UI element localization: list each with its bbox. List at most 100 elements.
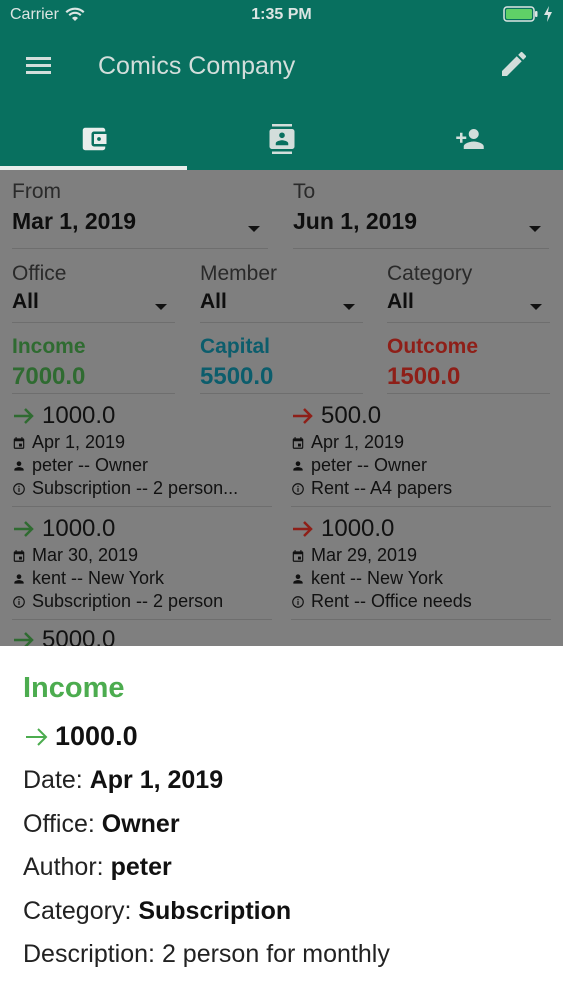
menu-button[interactable] <box>24 52 54 80</box>
income-transaction-item[interactable]: 1000.0 Mar 30, 2019 kent -- New York Sub… <box>12 515 272 620</box>
charging-bolt-icon <box>544 6 552 22</box>
transaction-amount: 1000.0 <box>42 515 116 542</box>
status-time: 1:35 PM <box>251 6 312 23</box>
detail-date-value: Apr 1, 2019 <box>89 766 224 794</box>
income-summary-label: Income <box>12 335 86 358</box>
detail-amount-row: 1000.0 <box>23 721 138 752</box>
info-icon <box>292 595 304 608</box>
calendar-icon <box>13 549 25 562</box>
info-icon <box>292 482 304 495</box>
transaction-amount: 5000.0 <box>42 626 116 646</box>
transaction-amount-row: 1000.0 <box>12 402 272 430</box>
outcome-transaction-item[interactable]: 500.0 Apr 1, 2019 peter -- Owner Rent --… <box>291 402 551 507</box>
member-select[interactable]: Member All <box>200 262 363 323</box>
arrow-right-icon <box>14 632 34 646</box>
transaction-amount: 1000.0 <box>42 402 116 429</box>
office-label: Office <box>12 262 67 285</box>
tab-bar <box>0 108 563 170</box>
transaction-date-row: Mar 30, 2019 <box>12 545 272 566</box>
from-value: Mar 1, 2019 <box>12 208 137 234</box>
battery-icon <box>503 6 538 22</box>
transaction-info-row: Rent -- A4 papers <box>291 478 551 499</box>
detail-category-row: Category: Subscription <box>23 897 291 926</box>
member-value: All <box>200 290 227 313</box>
outcome-summary-value: 1500.0 <box>387 363 461 390</box>
office-value: All <box>12 290 39 313</box>
detail-description-row: Description: 2 person for monthly <box>23 940 390 969</box>
income-transaction-item[interactable]: 1000.0 Apr 1, 2019 peter -- Owner Subscr… <box>12 402 272 507</box>
chevron-down-icon <box>529 226 541 232</box>
transaction-amount: 500.0 <box>321 402 382 429</box>
app-bar: Comics Company <box>0 30 563 170</box>
main-content: From Mar 1, 2019 To Jun 1, 2019 Office A… <box>0 170 563 646</box>
transaction-member: kent -- New York <box>311 568 444 588</box>
person-icon <box>14 460 24 471</box>
chevron-down-icon <box>343 304 355 310</box>
detail-office-row: Office: Owner <box>23 810 180 839</box>
person-icon <box>293 573 303 584</box>
chevron-down-icon <box>155 304 167 310</box>
transaction-date-row: Mar 29, 2019 <box>291 545 551 566</box>
arrow-right-icon <box>14 521 34 537</box>
transaction-date-row: Apr 1, 2019 <box>12 432 272 453</box>
arrow-right-icon <box>14 408 34 424</box>
transaction-date: Apr 1, 2019 <box>32 432 126 452</box>
edit-button[interactable] <box>498 48 530 80</box>
person-icon <box>293 460 303 471</box>
from-date-picker[interactable]: From Mar 1, 2019 <box>12 180 268 249</box>
contacts-icon <box>269 124 294 154</box>
transaction-amount-row: 1000.0 <box>12 515 272 543</box>
detail-description-value: 2 person for monthly <box>161 940 390 968</box>
detail-author-value: peter <box>110 853 172 881</box>
battery-group <box>503 6 553 22</box>
transaction-member-row: peter -- Owner <box>12 455 272 476</box>
office-select[interactable]: Office All <box>12 262 175 323</box>
outcome-transaction-item[interactable]: 1000.0 Mar 29, 2019 kent -- New York Ren… <box>291 515 551 620</box>
person-icon <box>14 573 24 584</box>
transaction-info: Rent -- A4 papers <box>311 478 453 498</box>
transaction-amount-row: 5000.0 <box>12 626 272 646</box>
transaction-amount-row: 500.0 <box>291 402 551 430</box>
outcome-summary-label: Outcome <box>387 335 479 358</box>
arrow-right-icon <box>293 408 313 424</box>
transaction-member: peter -- Owner <box>311 455 428 475</box>
transaction-amount-row: 1000.0 <box>291 515 551 543</box>
page-title: Comics Company <box>98 52 296 80</box>
capital-summary-label: Capital <box>200 335 271 358</box>
transaction-detail-sheet: Income 1000.0 Date: Apr 1, 2019 Office: … <box>0 646 563 1000</box>
member-label: Member <box>200 262 278 285</box>
detail-category-value: Subscription <box>138 897 292 925</box>
tab-add-user[interactable] <box>376 108 563 170</box>
info-icon <box>13 482 25 495</box>
income-summary-value: 7000.0 <box>12 363 86 390</box>
detail-date-label: Date: <box>23 766 90 794</box>
transaction-date: Mar 29, 2019 <box>311 545 418 565</box>
detail-author-label: Author: <box>23 853 111 881</box>
capital-summary: Capital 5500.0 <box>200 335 363 394</box>
income-summary: Income 7000.0 <box>12 335 175 394</box>
transaction-amount: 1000.0 <box>321 515 395 542</box>
tab-wallet[interactable] <box>0 108 187 170</box>
calendar-icon <box>13 436 25 449</box>
transaction-info-row: Rent -- Office needs <box>291 591 551 612</box>
wallet-icon <box>82 127 106 151</box>
transaction-date: Mar 30, 2019 <box>32 545 139 565</box>
transaction-member-row: kent -- New York <box>12 568 272 589</box>
detail-office-value: Owner <box>101 810 180 838</box>
detail-category-label: Category: <box>23 897 139 925</box>
to-label: To <box>293 180 316 203</box>
transaction-info: Subscription -- 2 person <box>32 591 224 611</box>
to-date-picker[interactable]: To Jun 1, 2019 <box>293 180 549 249</box>
transaction-member: kent -- New York <box>32 568 165 588</box>
calendar-icon <box>292 549 304 562</box>
category-select[interactable]: Category All <box>387 262 550 323</box>
income-transaction-item[interactable]: 5000.0 <box>12 626 272 646</box>
transaction-info: Subscription -- 2 person... <box>32 478 239 498</box>
tab-contacts[interactable] <box>188 108 375 170</box>
from-label: From <box>12 180 61 203</box>
detail-author-row: Author: peter <box>23 853 172 882</box>
pencil-icon <box>502 51 527 76</box>
transaction-info-row: Subscription -- 2 person... <box>12 478 272 499</box>
transaction-member: peter -- Owner <box>32 455 149 475</box>
app-screen: Carrier 1:35 PM Comics Company From Mar … <box>0 0 563 1000</box>
